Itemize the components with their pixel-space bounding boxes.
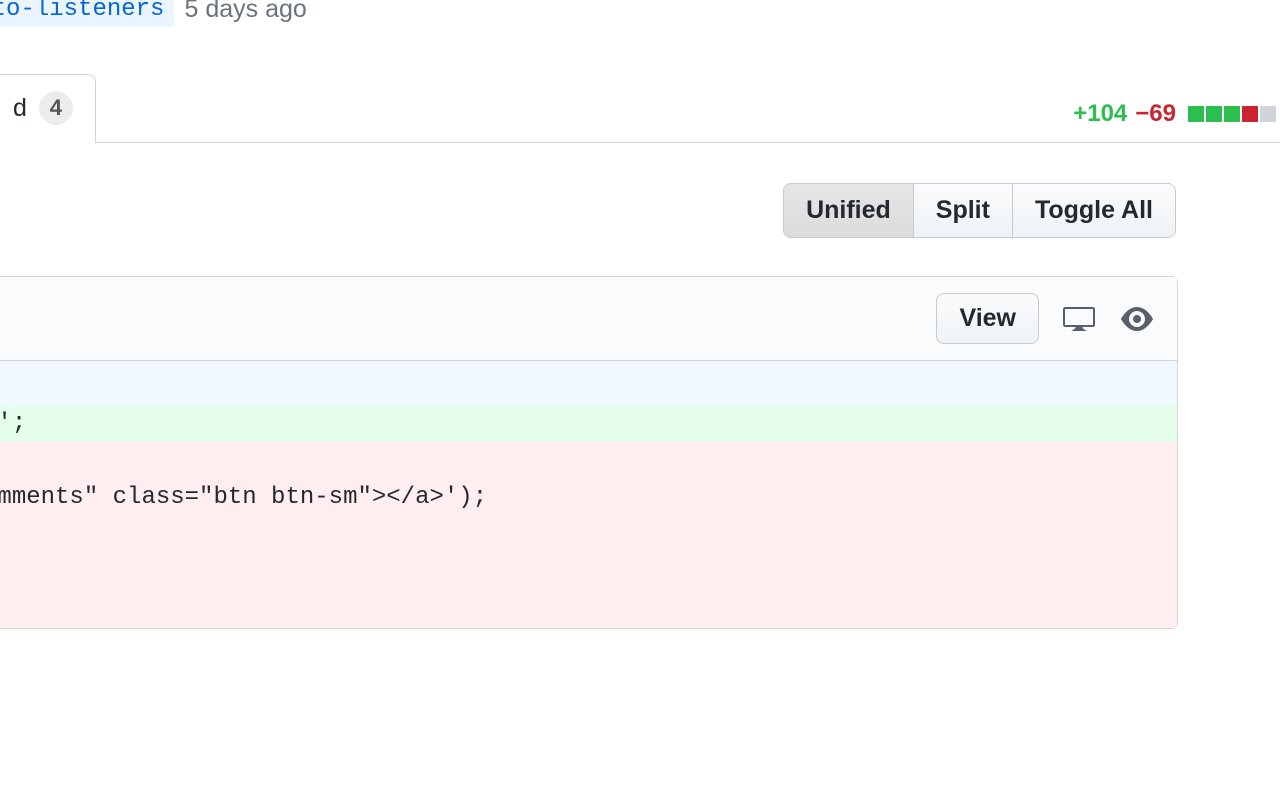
diff-line-del: { bbox=[0, 554, 1177, 591]
commit-meta-row: refactor/move-to-listeners 5 days ago bbox=[0, 0, 307, 27]
pr-tabs: d 4 +104 −69 bbox=[0, 65, 1280, 143]
diff-file: View ers.js';ght');gle-comments" class="… bbox=[0, 276, 1178, 629]
diff-stat-block bbox=[1242, 106, 1258, 122]
commit-timestamp: 5 days ago bbox=[184, 0, 306, 24]
eye-icon[interactable] bbox=[1119, 301, 1155, 337]
diff-stat-blocks bbox=[1188, 106, 1276, 122]
diff-stats: +104 −69 bbox=[1073, 100, 1280, 142]
diff-body: ers.js';ght');gle-comments" class="btn b… bbox=[0, 361, 1177, 628]
diff-stat-block bbox=[1188, 106, 1204, 122]
diff-line-del: ght'); bbox=[0, 442, 1177, 479]
split-button[interactable]: Split bbox=[914, 184, 1013, 237]
diff-line-del: gle-comments" class="btn btn-sm"></a>'); bbox=[0, 479, 1177, 516]
hunk-header bbox=[0, 361, 1177, 405]
diff-file-header: View bbox=[0, 277, 1177, 361]
diff-stat-block bbox=[1260, 106, 1276, 122]
diff-line-del: ; bbox=[0, 591, 1177, 628]
view-mode-button-group: Unified Split Toggle All bbox=[783, 183, 1176, 238]
diff-line-add: ers.js'; bbox=[0, 405, 1177, 442]
diff-view-toggle: Unified Split Toggle All bbox=[783, 183, 1176, 238]
tab-label-fragment: d bbox=[13, 94, 27, 123]
additions-count: +104 bbox=[1073, 100, 1127, 128]
diff-stat-block bbox=[1224, 106, 1240, 122]
deletions-count: −69 bbox=[1135, 100, 1176, 128]
desktop-icon[interactable] bbox=[1061, 301, 1097, 337]
diff-stat-block bbox=[1206, 106, 1222, 122]
diff-line-del: '); bbox=[0, 517, 1177, 554]
branch-badge[interactable]: refactor/move-to-listeners bbox=[0, 0, 174, 27]
unified-button[interactable]: Unified bbox=[784, 184, 914, 237]
toggle-all-button[interactable]: Toggle All bbox=[1013, 184, 1175, 237]
view-file-button[interactable]: View bbox=[936, 293, 1039, 344]
files-changed-count: 4 bbox=[39, 91, 73, 125]
tab-files-changed[interactable]: d 4 bbox=[0, 74, 96, 143]
